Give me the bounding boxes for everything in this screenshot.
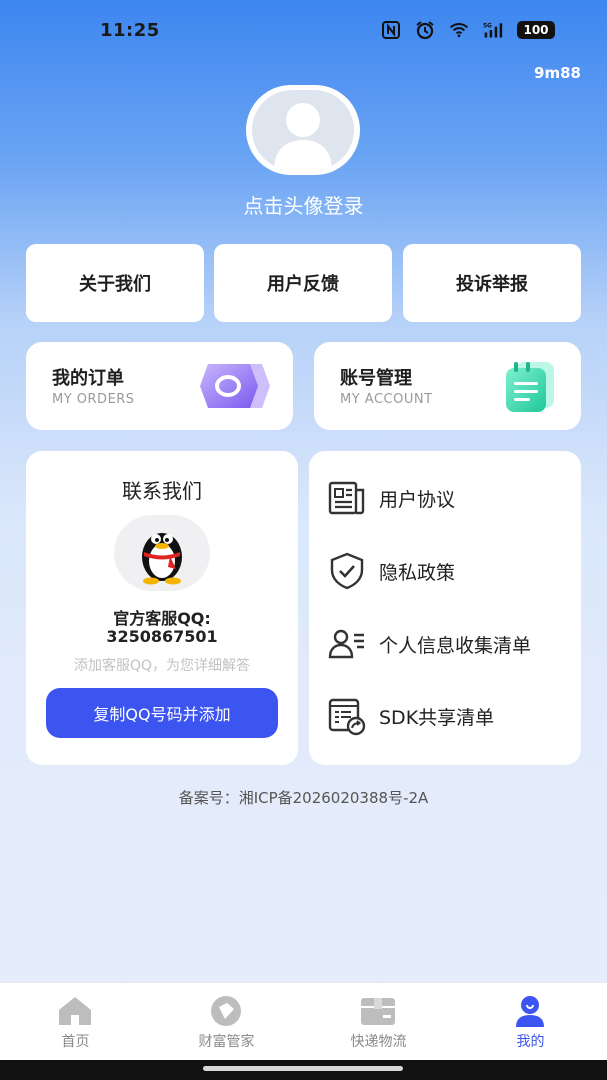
tab-profile-label: 我的 xyxy=(516,1034,545,1050)
tab-logistics[interactable]: 快递物流 xyxy=(303,983,454,1061)
my-orders-subtitle: MY ORDERS xyxy=(52,392,135,407)
package-icon xyxy=(361,998,395,1025)
status-icons: 5G 100 xyxy=(381,20,555,40)
5g-signal-icon: 5G xyxy=(483,23,503,38)
tab-home-label: 首页 xyxy=(61,1034,90,1050)
privacy-policy-link[interactable]: 隐私政策 xyxy=(327,551,455,591)
complaint-button[interactable]: 投诉举报 xyxy=(403,244,581,322)
status-time: 11:25 xyxy=(100,20,160,41)
home-icon xyxy=(59,997,91,1025)
account-management-card[interactable]: 账号管理 MY ACCOUNT xyxy=(314,342,581,430)
document-icon xyxy=(328,481,365,515)
bottom-tab-bar: 首页 财富管家 快递物流 我的 xyxy=(0,982,607,1060)
my-orders-title: 我的订单 xyxy=(52,368,124,389)
policy-links-card: 用户协议 隐私政策 个人信息收集清单 SDK共享清单 xyxy=(309,451,581,765)
wealth-icon xyxy=(211,996,241,1026)
sdk-share-icon xyxy=(328,698,366,736)
user-code: 9m88 xyxy=(534,64,581,82)
tab-profile[interactable]: 我的 xyxy=(455,983,606,1061)
tab-wealth-label: 财富管家 xyxy=(198,1034,255,1050)
orders-icon xyxy=(200,364,270,408)
about-us-button[interactable]: 关于我们 xyxy=(26,244,204,322)
qq-label: 官方客服QQ: xyxy=(113,609,211,628)
qq-number: 3250867501 xyxy=(106,627,218,646)
my-orders-card[interactable]: 我的订单 MY ORDERS xyxy=(26,342,293,430)
contact-card: 联系我们 官方客服QQ: 3250867501 添加客服QQ，为您详细解答 复制… xyxy=(26,451,298,765)
qq-penguin-icon xyxy=(142,533,182,585)
profile-icon xyxy=(516,996,544,1027)
personal-info-list-link[interactable]: 个人信息收集清单 xyxy=(327,624,531,664)
account-management-subtitle: MY ACCOUNT xyxy=(340,392,433,407)
account-management-title: 账号管理 xyxy=(340,368,412,389)
icp-record: 备案号：湘ICP备2026020388号-2A xyxy=(178,789,429,807)
personal-info-list-label: 个人信息收集清单 xyxy=(379,634,532,657)
login-prompt[interactable]: 点击头像登录 xyxy=(0,190,607,219)
tab-logistics-label: 快递物流 xyxy=(350,1034,407,1050)
sdk-share-list-link[interactable]: SDK共享清单 xyxy=(327,696,494,736)
user-list-icon xyxy=(328,629,364,659)
sdk-share-list-label: SDK共享清单 xyxy=(379,706,495,729)
battery-icon: 100 xyxy=(517,21,555,39)
default-avatar-icon xyxy=(274,103,332,170)
feedback-button[interactable]: 用户反馈 xyxy=(214,244,392,322)
wifi-icon xyxy=(449,23,469,38)
user-agreement-label: 用户协议 xyxy=(379,488,456,511)
contact-title: 联系我们 xyxy=(122,479,202,503)
tab-wealth[interactable]: 财富管家 xyxy=(151,983,302,1061)
tab-home[interactable]: 首页 xyxy=(0,983,151,1061)
alarm-icon xyxy=(416,21,434,40)
avatar[interactable] xyxy=(252,90,354,170)
qq-hint: 添加客服QQ，为您详细解答 xyxy=(73,658,251,674)
system-nav-bar xyxy=(0,1060,607,1080)
privacy-policy-label: 隐私政策 xyxy=(379,561,456,584)
account-notepad-icon xyxy=(506,362,554,412)
user-agreement-link[interactable]: 用户协议 xyxy=(327,478,455,518)
nfc-icon xyxy=(382,21,400,39)
home-indicator[interactable] xyxy=(203,1066,403,1071)
shield-check-icon xyxy=(330,552,364,590)
status-bar: 11:25 5G 100 xyxy=(0,0,607,60)
copy-qq-button[interactable]: 复制QQ号码并添加 xyxy=(46,688,278,738)
svg-text:5G: 5G xyxy=(483,24,492,30)
qq-avatar xyxy=(114,515,210,591)
